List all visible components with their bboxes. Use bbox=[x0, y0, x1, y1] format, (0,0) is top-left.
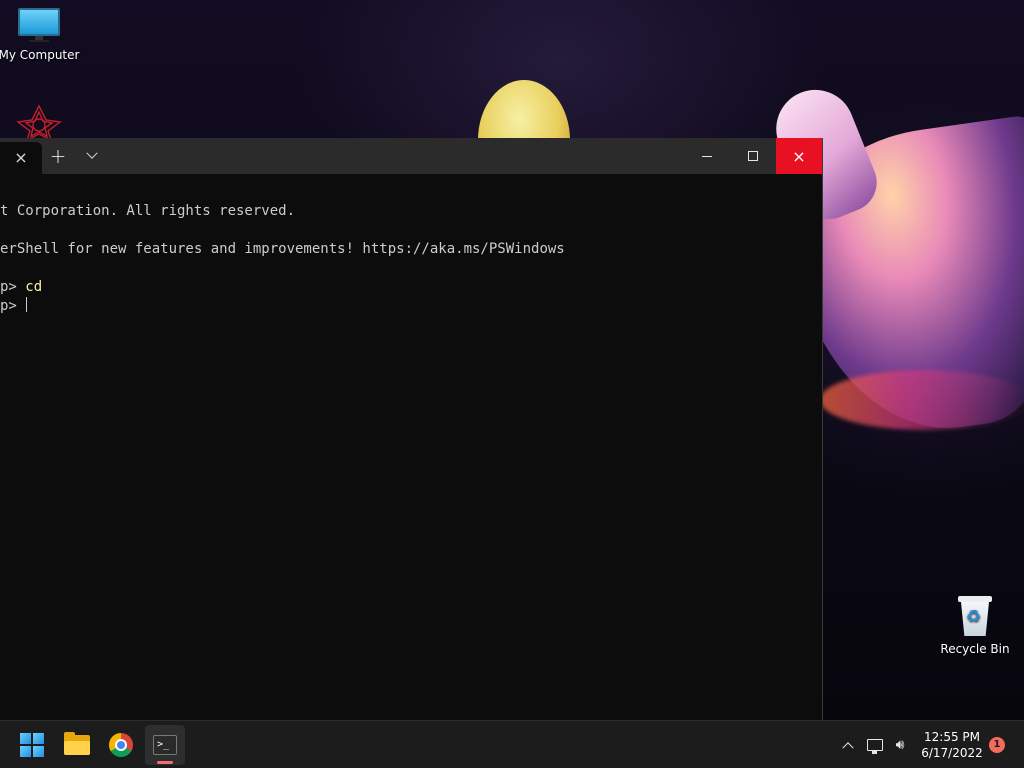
taskbar-terminal[interactable]: >_ bbox=[145, 725, 185, 765]
maximize-icon bbox=[748, 151, 758, 161]
text-cursor bbox=[26, 297, 28, 312]
close-button[interactable]: × bbox=[776, 138, 822, 174]
minimize-button[interactable] bbox=[684, 138, 730, 174]
taskbar-file-explorer[interactable] bbox=[57, 725, 97, 765]
taskbar-chrome[interactable] bbox=[101, 725, 141, 765]
desktop-icon-label: Recycle Bin bbox=[940, 642, 1010, 656]
clock[interactable]: 12:55 PM 6/17/2022 bbox=[918, 729, 986, 761]
app-icon bbox=[16, 104, 62, 142]
clock-time: 12:55 PM bbox=[924, 730, 980, 744]
windows-start-icon bbox=[20, 733, 44, 757]
command-text: cd bbox=[25, 279, 43, 295]
volume-icon: 🔊︎ bbox=[895, 737, 905, 753]
new-tab-button[interactable]: + bbox=[44, 138, 72, 174]
notification-badge[interactable]: 1 bbox=[989, 737, 1005, 753]
folder-icon bbox=[64, 732, 90, 755]
start-button[interactable] bbox=[12, 725, 52, 765]
desktop-icon-recycle-bin[interactable]: ♻ Recycle Bin bbox=[940, 596, 1010, 656]
terminal-icon: >_ bbox=[153, 735, 177, 755]
desktop-icon-label: My Computer bbox=[0, 48, 80, 62]
network-button[interactable] bbox=[864, 721, 886, 768]
chevron-down-icon bbox=[86, 147, 98, 159]
wallpaper-shape bbox=[820, 370, 1024, 430]
prompt-text: p> bbox=[0, 298, 26, 314]
console-line: erShell for new features and improvement… bbox=[0, 241, 565, 257]
prompt-text: p> bbox=[0, 279, 26, 295]
terminal-window[interactable]: × + × t Corporation. All rights reserved… bbox=[0, 138, 823, 720]
volume-button[interactable]: 🔊︎ bbox=[889, 721, 911, 768]
active-app-indicator bbox=[157, 761, 173, 764]
recycle-bin-icon: ♻ bbox=[958, 596, 992, 636]
chevron-up-icon bbox=[842, 742, 854, 754]
console-line: t Corporation. All rights reserved. bbox=[0, 203, 296, 219]
terminal-tab[interactable]: × bbox=[0, 142, 42, 174]
minimize-icon bbox=[702, 155, 712, 157]
show-hidden-icons-button[interactable] bbox=[838, 721, 858, 768]
chrome-icon bbox=[109, 733, 133, 757]
clock-date: 6/17/2022 bbox=[921, 746, 983, 760]
console-prompt-line[interactable]: p> bbox=[0, 297, 822, 316]
maximize-button[interactable] bbox=[730, 138, 776, 174]
monitor-icon bbox=[18, 8, 60, 42]
taskbar: >_ 🔊︎ 12:55 PM 6/17/2022 1 bbox=[0, 720, 1024, 768]
tab-dropdown-button[interactable] bbox=[78, 138, 106, 174]
network-icon bbox=[867, 739, 883, 754]
console-prompt-line: p> cd bbox=[0, 278, 822, 297]
desktop-icon-app[interactable] bbox=[16, 104, 62, 142]
terminal-titlebar[interactable]: × + × bbox=[0, 138, 822, 174]
desktop-icon-my-computer[interactable]: My Computer bbox=[0, 8, 80, 62]
console-output[interactable]: t Corporation. All rights reserved. erSh… bbox=[0, 174, 822, 720]
close-icon[interactable]: × bbox=[14, 150, 27, 166]
